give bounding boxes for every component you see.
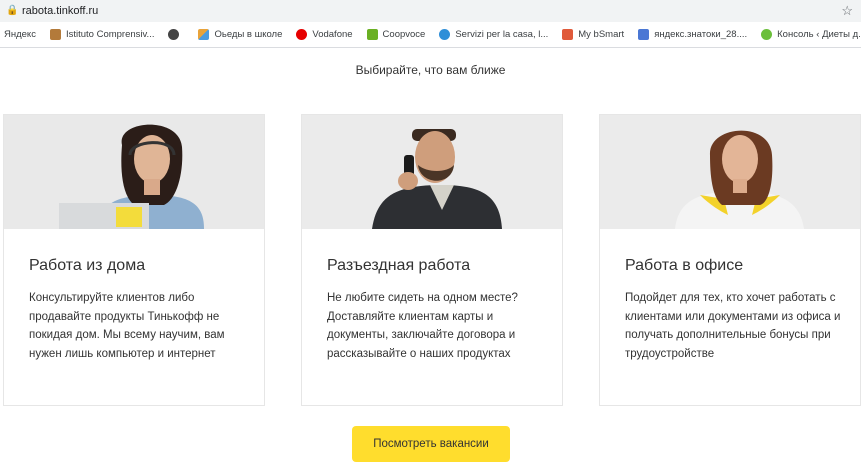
bookmark-obedy[interactable]: Оьеды в школе [198,29,282,40]
bookmarks-bar: Яндекс Istituto Comprensiv... Оьеды в шк… [0,22,861,48]
bookmark-label: Servizi per la casa, l... [455,29,549,40]
apple-icon [761,29,773,40]
vodafone-icon [296,29,308,40]
bookmark-bsmart[interactable]: My bSmart [562,29,624,40]
card-title: Работа в офисе [625,257,744,274]
card-description: Подойдет для тех, кто хочет работать с к… [625,292,841,360]
bookmark-star-icon[interactable]: ☆ [841,3,853,19]
url-text[interactable]: rabota.tinkoff.ru [22,5,98,17]
bookmark-label: Консоль ‹ Диеты д... [777,29,861,40]
bookmark-label: My bSmart [578,29,625,40]
section-subtitle: Выбирайте, что вам ближе [355,63,506,77]
card-description: Консультируйте клиентов либо продавайте … [29,292,225,360]
bookmark-znatoki[interactable]: яндекс.знатоки_28.... [638,29,747,40]
card-home-work[interactable]: Работа из дома Консультируйте клиентов л… [3,114,265,406]
address-bar[interactable]: 🔒 rabota.tinkoff.ru ☆ [0,0,861,22]
bookmark-coopvoce[interactable]: Coopvoce [366,29,426,40]
app-icon [198,29,210,40]
card-title: Работа из дома [29,257,146,274]
bsmart-icon [562,29,574,40]
bookmark-label: Vodafone [312,29,353,40]
school-icon [49,29,61,40]
card-title: Разъездная работа [327,257,471,274]
coopvoce-icon [366,29,378,40]
bookmark-yandex[interactable]: Яндекс [4,29,36,40]
lock-icon: 🔒 [6,5,19,16]
bookmark-globe[interactable] [168,29,184,40]
bookmark-istituto[interactable]: Istituto Comprensiv... [49,29,155,40]
view-vacancies-button[interactable]: Посмотреть вакансии [352,426,510,462]
man-phone-photo [302,115,562,229]
bookmark-label: Яндекс [4,29,36,40]
bookmark-konsol[interactable]: Консоль ‹ Диеты д... [761,29,861,40]
bookmark-label: Оьеды в школе [214,29,283,40]
bookmark-label: Coopvoce [382,29,426,40]
bookmark-label: Istituto Comprensiv... [65,29,155,40]
bookmark-label: яндекс.знатоки_28.... [654,29,748,40]
globe-icon [168,29,180,40]
woman-office-photo [600,115,860,229]
card-field-work[interactable]: Разъездная работа Не любите сидеть на од… [301,114,563,406]
ie-icon [439,29,451,40]
card-description: Не любите сидеть на одном месте? Доставл… [327,292,518,360]
card-office-work[interactable]: Работа в офисе Подойдет для тех, кто хоч… [599,114,861,406]
woman-headset-photo [4,115,264,229]
document-icon [638,29,650,40]
bookmark-servizi[interactable]: Servizi per la casa, l... [439,29,548,40]
bookmark-vodafone[interactable]: Vodafone [296,29,353,40]
